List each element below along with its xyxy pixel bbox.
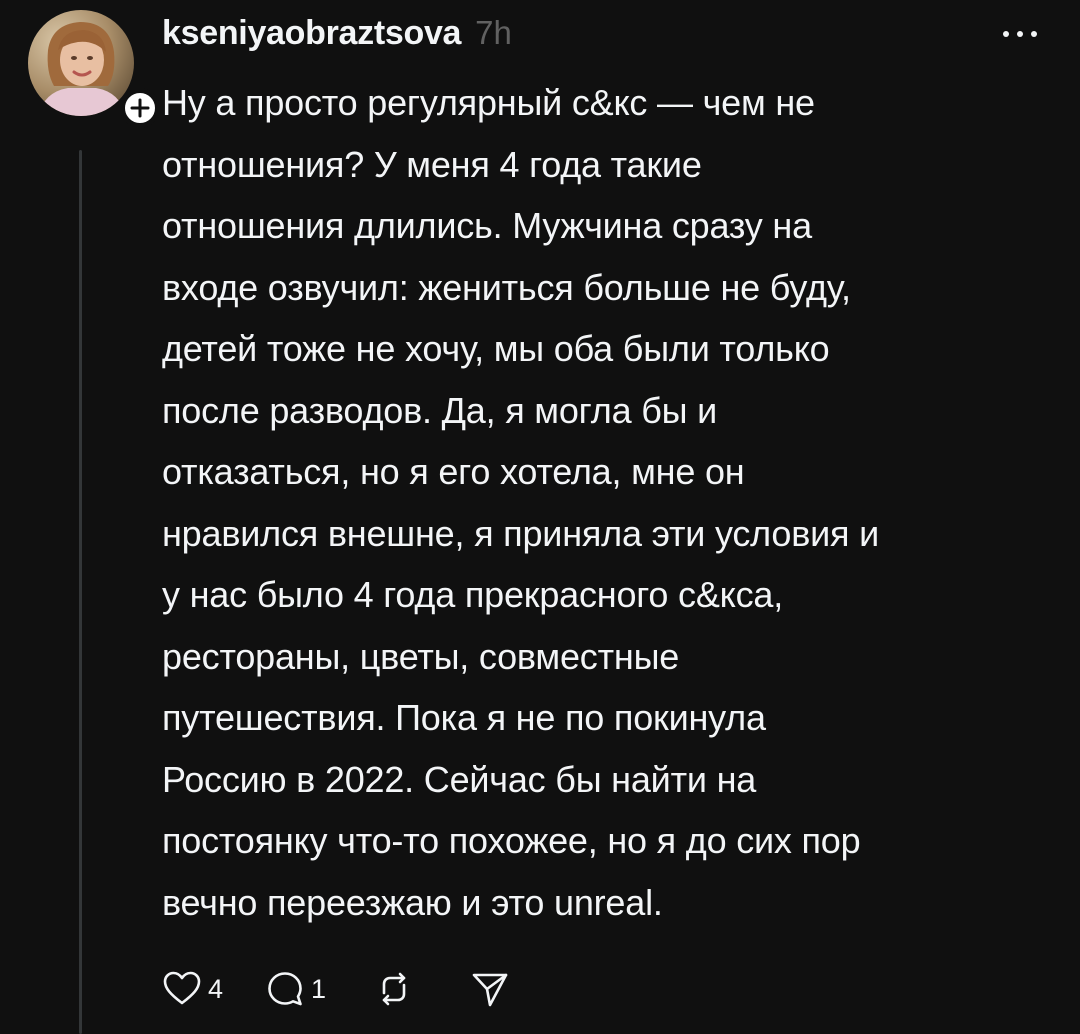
avatar-image (28, 10, 134, 116)
repost-button[interactable] (374, 969, 414, 1009)
more-horizontal-icon (1003, 31, 1037, 37)
post-text: Ну а просто регулярный с&кс — чем не отн… (162, 82, 880, 923)
reply-count: 1 (311, 973, 327, 1004)
like-count: 4 (208, 973, 224, 1004)
avatar-container[interactable] (28, 10, 160, 128)
more-options-button[interactable] (996, 22, 1044, 46)
send-icon (472, 973, 508, 1007)
post-actions: 4 1 (162, 964, 510, 1014)
thread-post: kseniyaobraztsova 7h Ну а просто регуляр… (0, 0, 1080, 1034)
post-header: kseniyaobraztsova 7h (162, 14, 512, 62)
post-timestamp: 7h (475, 14, 512, 51)
plus-icon (130, 98, 150, 118)
reply-button[interactable]: 1 (265, 969, 326, 1009)
heart-icon (163, 971, 201, 1005)
thread-connector-line (79, 150, 82, 1034)
repost-icon (382, 972, 406, 1006)
username[interactable]: kseniyaobraztsova (162, 14, 461, 53)
follow-button[interactable] (120, 88, 160, 128)
comment-icon (268, 972, 302, 1006)
like-button[interactable]: 4 (162, 969, 223, 1009)
share-button[interactable] (470, 969, 510, 1009)
avatar[interactable] (28, 10, 134, 116)
